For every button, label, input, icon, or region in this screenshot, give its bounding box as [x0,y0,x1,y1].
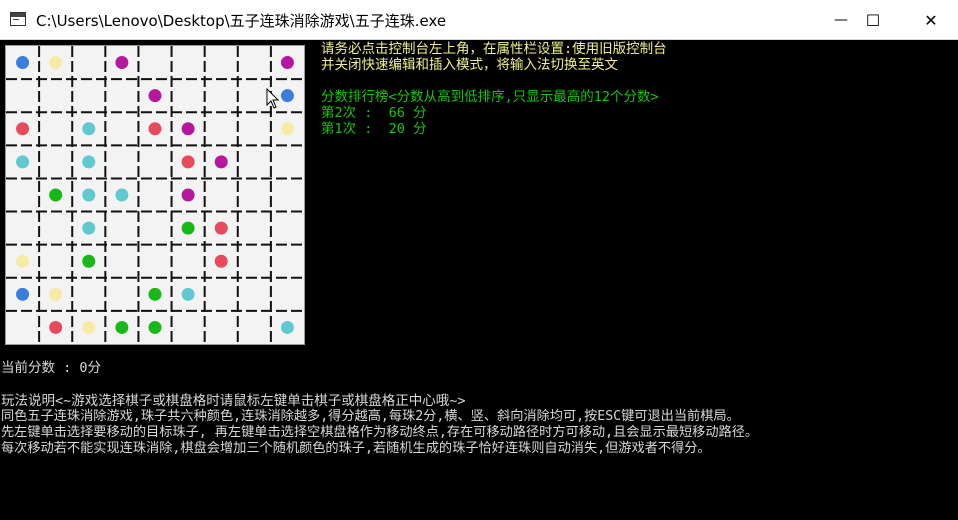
close-icon: ✕ [924,10,938,30]
game-piece-purple[interactable] [214,155,228,169]
game-piece-yellow[interactable] [16,254,30,268]
instructions-title: 玩法说明<~游戏选择棋子或棋盘格时请鼠标左键单击棋子或棋盘格正中心哦~> [1,393,466,409]
instructions-line: 先左键单击选择要移动的目标珠子, 再左键单击选择空棋盘格作为移动终点,存在可移动… [1,425,759,440]
instructions-line: 每次移动若不能实现连珠消除,棋盘会增加三个随机颜色的珠子,若随机生成的珠子恰好连… [1,441,711,456]
game-piece-cyan[interactable] [181,287,195,301]
game-piece-blue[interactable] [280,89,294,103]
instructions-line: 同色五子连珠消除游戏,珠子共六种颜色,连珠消除越多,得分越高,每珠2分,横、竖、… [1,409,740,424]
console-area: 请务必点击控制台左上角，在属性栏设置:使用旧版控制台 并关闭快速编辑和插入模式，… [0,40,958,520]
game-piece-red[interactable] [16,122,30,136]
title-bar: C:\Users\Lenovo\Desktop\五子连珠消除游戏\五子连珠.ex… [0,0,958,40]
console-app-icon[interactable] [10,12,26,26]
maximize-icon: ☐ [865,10,881,30]
game-piece-purple[interactable] [181,188,195,202]
game-piece-cyan[interactable] [82,221,96,235]
game-piece-red[interactable] [214,254,228,268]
game-piece-red[interactable] [49,320,63,334]
game-piece-yellow[interactable] [280,122,294,136]
game-piece-purple[interactable] [148,89,162,103]
notice-line-1: 请务必点击控制台左上角，在属性栏设置:使用旧版控制台 [321,41,667,57]
game-piece-red[interactable] [148,122,162,136]
maximize-button[interactable]: ☐ [850,0,896,40]
game-piece-red[interactable] [181,155,195,169]
game-piece-green[interactable] [148,320,162,334]
game-piece-cyan[interactable] [82,122,96,136]
close-button[interactable]: ✕ [908,0,954,40]
game-piece-green[interactable] [115,320,129,334]
leaderboard-entry: 第1次 : 20 分 [321,121,427,137]
game-piece-red[interactable] [214,221,228,235]
minimize-icon: — [834,12,848,28]
game-piece-blue[interactable] [16,56,30,70]
game-piece-yellow[interactable] [82,320,96,334]
game-piece-cyan[interactable] [82,155,96,169]
leaderboard-entry: 第2次 : 66 分 [321,105,427,121]
mouse-cursor-icon [266,88,280,109]
notice-line-2: 并关闭快速编辑和插入模式，将输入法切换至英文 [321,57,618,73]
game-piece-purple[interactable] [280,56,294,70]
game-piece-purple[interactable] [181,122,195,136]
game-piece-yellow[interactable] [49,287,63,301]
game-piece-green[interactable] [82,254,96,268]
game-piece-cyan[interactable] [280,320,294,334]
game-piece-green[interactable] [49,188,63,202]
game-piece-blue[interactable] [16,287,30,301]
board-canvas[interactable] [6,46,304,344]
game-piece-green[interactable] [148,287,162,301]
game-piece-yellow[interactable] [49,56,63,70]
game-piece-cyan[interactable] [115,188,129,202]
window-title: C:\Users\Lenovo\Desktop\五子连珠消除游戏\五子连珠.ex… [36,12,447,30]
game-piece-purple[interactable] [115,56,129,70]
leaderboard-title: 分数排行榜<分数从高到低排序,只显示最高的12个分数> [321,89,659,105]
game-piece-green[interactable] [181,221,195,235]
game-piece-cyan[interactable] [16,155,30,169]
game-piece-cyan[interactable] [82,188,96,202]
current-score: 当前分数 : 0分 [1,360,102,376]
game-board[interactable] [5,45,305,345]
